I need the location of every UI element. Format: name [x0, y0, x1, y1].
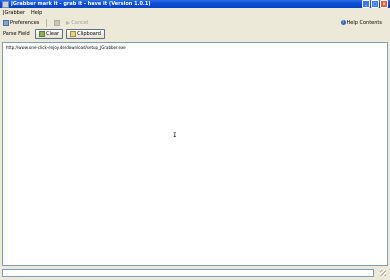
- clipboard-button[interactable]: Clipboard: [66, 29, 105, 39]
- clipboard-label: Clipboard: [77, 31, 101, 37]
- help-contents-label: Help Contents: [346, 19, 382, 26]
- cancel-button[interactable]: Cancel: [63, 18, 91, 28]
- app-icon: [2, 0, 9, 8]
- play-icon: [66, 20, 71, 25]
- window-title: JGrabber mark it - grab it - have it (Ve…: [11, 1, 151, 7]
- progress-bar: [2, 269, 374, 277]
- menu-jgrabber[interactable]: JGrabber: [0, 10, 28, 16]
- parse-text-area[interactable]: http://www.one-click-enjoy.de/download/s…: [2, 42, 388, 266]
- parse-field-label: Parse Field: [3, 31, 30, 37]
- title-bar[interactable]: JGrabber mark it - grab it - have it (Ve…: [0, 0, 390, 8]
- ibeam-cursor-icon: I: [173, 132, 177, 139]
- minimize-button[interactable]: _: [362, 0, 370, 8]
- help-icon: ?: [340, 20, 346, 25]
- parse-text-content: http://www.one-click-enjoy.de/download/s…: [6, 45, 126, 50]
- clipboard-icon: [70, 31, 77, 37]
- window-controls: _ □ x: [362, 0, 388, 8]
- preferences-icon: [3, 19, 9, 26]
- menu-bar: JGrabber Help: [0, 8, 390, 17]
- preferences-button[interactable]: Preferences: [0, 18, 42, 28]
- stop-button[interactable]: [51, 18, 63, 28]
- close-button[interactable]: x: [380, 0, 388, 8]
- stop-icon: [54, 19, 61, 26]
- help-contents-button[interactable]: ? Help Contents: [338, 18, 385, 28]
- toolbar-separator: [46, 18, 48, 27]
- toolbar: Preferences Cancel ? Help Contents: [0, 17, 390, 28]
- cancel-label: Cancel: [71, 19, 89, 26]
- clear-label: Clear: [46, 31, 60, 37]
- resize-grip-icon[interactable]: [380, 270, 386, 276]
- preferences-label: Preferences: [10, 19, 40, 26]
- clear-icon: [39, 31, 45, 37]
- maximize-button[interactable]: □: [371, 0, 379, 8]
- app-window: JGrabber mark it - grab it - have it (Ve…: [0, 0, 390, 280]
- status-bar: [2, 268, 386, 277]
- clear-button[interactable]: Clear: [35, 29, 64, 39]
- parse-field-row: Parse Field Clear Clipboard: [0, 28, 390, 40]
- menu-help[interactable]: Help: [28, 10, 45, 16]
